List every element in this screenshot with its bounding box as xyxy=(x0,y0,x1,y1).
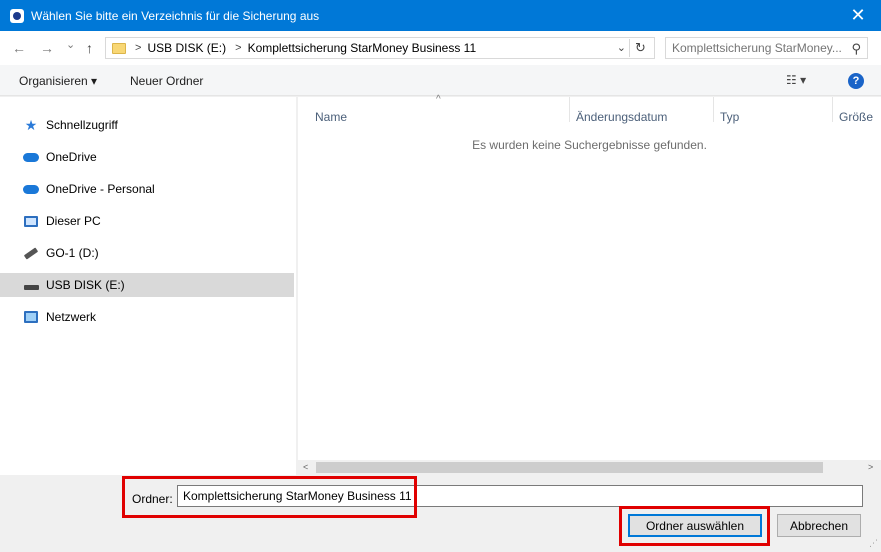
window-title: Wählen Sie bitte ein Verzeichnis für die… xyxy=(31,8,320,23)
cancel-button[interactable]: Abbrechen xyxy=(777,514,861,537)
forward-arrow-icon[interactable]: → xyxy=(40,40,54,56)
empty-results-message: Es wurden keine Suchergebnisse gefunden. xyxy=(472,138,707,152)
cloud-icon xyxy=(23,181,39,197)
network-icon xyxy=(23,309,39,325)
sort-ascending-icon: ^ xyxy=(436,94,441,105)
nav-item-go1-drive[interactable]: GO-1 (D:) xyxy=(0,241,294,265)
nav-item-network[interactable]: Netzwerk xyxy=(0,305,294,329)
column-header-type[interactable]: Typ xyxy=(720,110,739,124)
app-icon xyxy=(10,8,24,23)
scrollbar-thumb[interactable] xyxy=(316,462,823,473)
nav-item-usb-disk[interactable]: USB DISK (E:) xyxy=(0,273,294,297)
column-header-name[interactable]: Name xyxy=(315,110,347,124)
nav-item-label: GO-1 (D:) xyxy=(46,246,99,260)
nav-item-label: Dieser PC xyxy=(46,214,101,228)
new-folder-button[interactable]: Neuer Ordner xyxy=(130,74,203,88)
close-button[interactable]: ✕ xyxy=(835,0,881,31)
command-bar: Organisieren ▾ Neuer Ordner ☷ ▾ ? xyxy=(0,65,881,96)
computer-icon xyxy=(23,213,39,229)
organize-menu-button[interactable]: Organisieren ▾ xyxy=(19,74,97,88)
help-icon[interactable]: ? xyxy=(848,73,864,89)
search-icon[interactable]: ⚲ xyxy=(851,41,861,57)
column-divider[interactable] xyxy=(569,97,570,122)
file-list[interactable]: Name ^ Änderungsdatum Typ Größe Es wurde… xyxy=(298,94,881,475)
search-input[interactable] xyxy=(672,41,847,55)
resize-grip-icon[interactable]: ⋰ xyxy=(869,538,878,549)
address-row: ← → ⌄ ↑ > USB DISK (E:) > Komplettsicher… xyxy=(0,31,881,65)
star-icon: ★ xyxy=(24,116,38,133)
horizontal-scrollbar[interactable]: < > xyxy=(298,460,881,475)
back-arrow-icon[interactable]: ← xyxy=(12,40,26,56)
nav-item-onedrive[interactable]: OneDrive xyxy=(0,145,294,169)
breadcrumb-backup-folder[interactable]: Komplettsicherung StarMoney Business 11 xyxy=(248,41,477,55)
nav-item-label: OneDrive xyxy=(46,150,97,164)
drive-icon xyxy=(23,277,39,293)
select-folder-button[interactable]: Ordner auswählen xyxy=(628,514,762,537)
chevron-down-icon[interactable]: ⌄ xyxy=(617,41,626,54)
refresh-icon[interactable]: ↻ xyxy=(629,39,651,57)
dialog-footer: Ordner: Ordner auswählen Abbrechen ⋰ xyxy=(0,475,881,552)
nav-item-label: OneDrive - Personal xyxy=(46,182,155,196)
scroll-left-icon[interactable]: < xyxy=(303,460,308,475)
nav-item-onedrive-personal[interactable]: OneDrive - Personal xyxy=(0,177,294,201)
up-arrow-icon[interactable]: ↑ xyxy=(86,40,93,56)
column-header-modified[interactable]: Änderungsdatum xyxy=(576,110,667,124)
chevron-right-icon[interactable]: > xyxy=(235,42,241,54)
folder-label: Ordner: xyxy=(132,492,173,506)
nav-item-label: USB DISK (E:) xyxy=(46,278,125,292)
search-box[interactable]: ⚲ xyxy=(665,37,868,59)
nav-item-this-pc[interactable]: Dieser PC xyxy=(0,209,294,233)
cloud-icon xyxy=(23,149,39,165)
nav-item-label: Schnellzugriff xyxy=(46,118,118,132)
recent-locations-icon[interactable]: ⌄ xyxy=(66,38,75,51)
title-bar: Wählen Sie bitte ein Verzeichnis für die… xyxy=(0,0,881,31)
chevron-right-icon[interactable]: > xyxy=(135,42,141,54)
navigation-pane: ★ Schnellzugriff OneDrive OneDrive - Per… xyxy=(0,97,297,475)
address-bar[interactable]: > USB DISK (E:) > Komplettsicherung Star… xyxy=(105,37,655,59)
nav-item-quick-access[interactable]: ★ Schnellzugriff xyxy=(0,113,294,137)
usb-stick-icon xyxy=(23,245,39,261)
folder-icon xyxy=(112,42,126,54)
breadcrumb-usb-disk[interactable]: USB DISK (E:) xyxy=(147,41,226,55)
scroll-right-icon[interactable]: > xyxy=(868,460,873,475)
column-divider[interactable] xyxy=(713,97,714,122)
column-divider[interactable] xyxy=(832,97,833,122)
column-header-size[interactable]: Größe xyxy=(839,110,873,124)
folder-name-input[interactable] xyxy=(177,485,863,507)
view-options-icon[interactable]: ☷ ▾ xyxy=(786,73,806,87)
nav-item-label: Netzwerk xyxy=(46,310,97,324)
